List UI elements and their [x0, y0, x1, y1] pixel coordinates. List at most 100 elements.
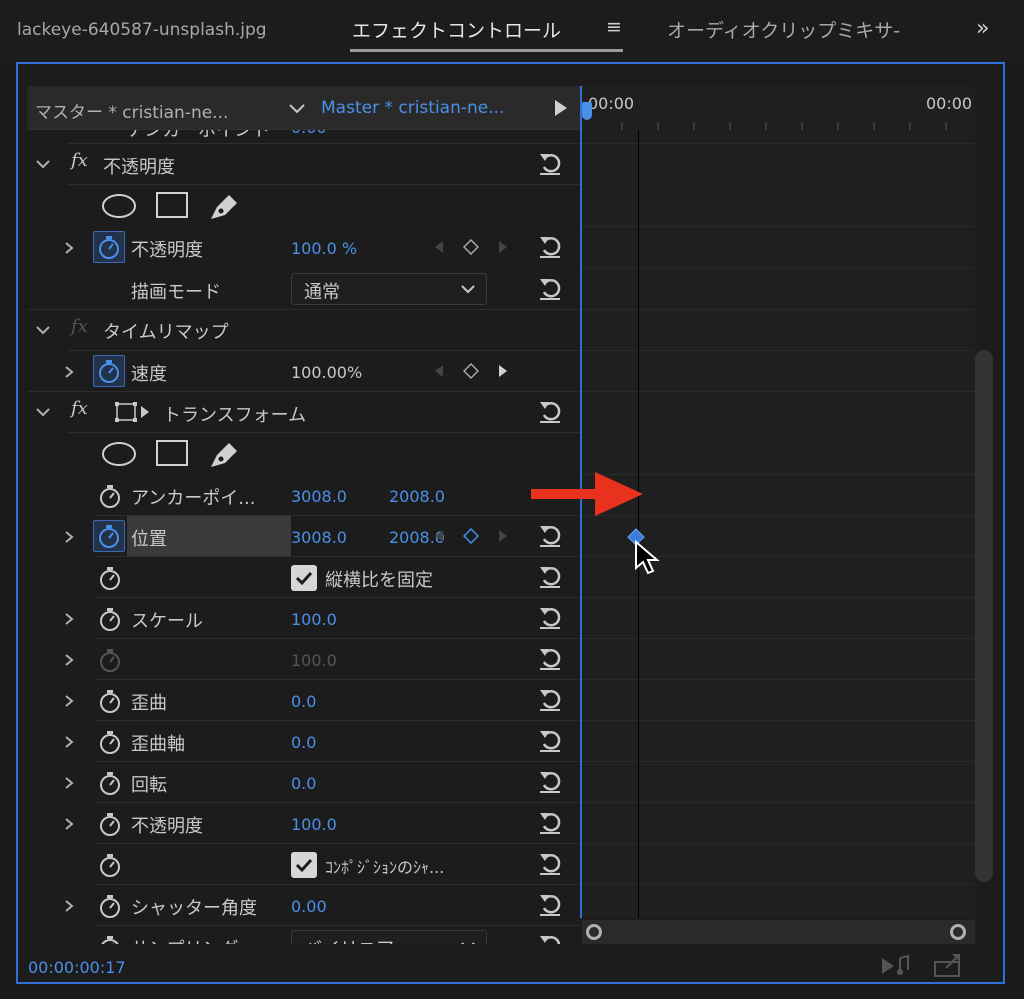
reset-icon[interactable]: [537, 850, 563, 876]
blend-mode-dropdown[interactable]: 通常: [291, 273, 487, 305]
stopwatch-icon[interactable]: [95, 481, 125, 511]
reset-icon[interactable]: [537, 727, 563, 753]
chevron-down-icon[interactable]: [35, 324, 51, 336]
stopwatch-toggle[interactable]: [93, 520, 125, 552]
stopwatch-icon[interactable]: [95, 604, 125, 634]
reset-icon[interactable]: [537, 233, 563, 259]
chevron-right-icon[interactable]: [63, 899, 75, 913]
stopwatch-icon: [100, 649, 120, 672]
add-keyframe-icon[interactable]: [463, 363, 479, 379]
playhead-handle[interactable]: [582, 102, 592, 120]
chevron-down-icon[interactable]: [35, 158, 51, 170]
tab-audio-clip-mixer[interactable]: オーディオクリップミキサ-: [667, 16, 900, 43]
reset-icon[interactable]: [537, 275, 563, 301]
master-clip-tab[interactable]: マスター * cristian-ne...: [35, 98, 228, 123]
vertical-scrollbar[interactable]: [975, 350, 993, 882]
ellipse-mask-icon[interactable]: [101, 193, 137, 219]
next-keyframe-icon[interactable]: [497, 363, 509, 379]
stopwatch-icon[interactable]: [95, 768, 125, 798]
reset-icon[interactable]: [537, 563, 563, 589]
position-x-value[interactable]: 3008.0: [291, 528, 347, 547]
chevron-right-icon[interactable]: [63, 817, 75, 831]
panel-menu-icon[interactable]: ≡: [606, 16, 622, 38]
time-ruler[interactable]: 00:00 00:00: [582, 86, 975, 130]
sampling-dropdown[interactable]: バイリニア: [291, 930, 487, 944]
property-value[interactable]: 100.0 %: [291, 239, 357, 258]
chevron-right-icon[interactable]: [63, 694, 75, 708]
add-keyframe-icon[interactable]: [463, 528, 479, 544]
next-keyframe-icon[interactable]: [497, 239, 509, 255]
stopwatch-toggle[interactable]: [93, 231, 125, 263]
property-value[interactable]: 0.0: [291, 733, 316, 752]
property-value[interactable]: 0.0: [291, 692, 316, 711]
stopwatch-toggle[interactable]: [93, 355, 125, 387]
current-timecode[interactable]: 00:00:00:17: [28, 958, 126, 977]
rectangle-mask-icon[interactable]: [155, 439, 189, 467]
chevron-right-icon[interactable]: [63, 735, 75, 749]
reset-icon[interactable]: [537, 891, 563, 917]
stopwatch-icon[interactable]: [95, 686, 125, 716]
uniform-scale-checkbox[interactable]: [291, 565, 317, 591]
stopwatch-icon[interactable]: [95, 563, 125, 593]
tab-effect-controls[interactable]: エフェクトコントロール: [352, 16, 561, 43]
pen-mask-icon[interactable]: [207, 189, 241, 221]
next-keyframe-icon[interactable]: [497, 528, 509, 544]
property-value[interactable]: 0.00: [291, 897, 327, 916]
chevron-right-icon[interactable]: [63, 365, 75, 379]
chevron-right-icon[interactable]: [63, 776, 75, 790]
fx-badge[interactable]: fx: [71, 398, 88, 419]
anchor-y-value[interactable]: 2008.0: [389, 487, 445, 506]
reset-icon[interactable]: [537, 398, 563, 424]
property-value[interactable]: 100.0: [291, 815, 337, 834]
more-tabs-icon[interactable]: »: [976, 16, 989, 41]
export-icon[interactable]: [932, 952, 964, 978]
property-row-composition-shutter: ｺﾝﾎﾟｼﾞｼｮﾝのｼｬ...: [27, 844, 580, 885]
reset-icon[interactable]: [537, 686, 563, 712]
sequence-clip-tab[interactable]: Master * cristian-ne...: [321, 98, 504, 118]
stopwatch-icon[interactable]: [95, 727, 125, 757]
anchor-x-value[interactable]: 3008.0: [291, 487, 347, 506]
zoom-start-handle[interactable]: [586, 924, 602, 940]
stopwatch-icon[interactable]: [95, 850, 125, 880]
ellipse-mask-icon[interactable]: [101, 441, 137, 467]
reset-icon[interactable]: [537, 768, 563, 794]
reset-icon[interactable]: [537, 604, 563, 630]
chevron-right-icon[interactable]: [63, 530, 75, 544]
play-triangle-icon[interactable]: [551, 96, 571, 120]
pen-mask-icon[interactable]: [207, 437, 241, 469]
reset-icon[interactable]: [537, 645, 563, 671]
play-audio-icon[interactable]: [880, 954, 912, 978]
transform-bounding-box-icon[interactable]: [113, 400, 153, 424]
mask-tools-row: [27, 433, 580, 474]
composition-shutter-checkbox[interactable]: [291, 852, 317, 878]
property-value[interactable]: 0.0: [291, 774, 316, 793]
track-line: [582, 597, 975, 598]
effect-properties-list: アンカーポイント 0.00 fx 不透明度 不透明度 100.0 %: [27, 86, 580, 944]
chevron-right-icon[interactable]: [63, 241, 75, 255]
effect-group-opacity[interactable]: fx 不透明度: [27, 144, 580, 185]
track-line: [582, 638, 975, 639]
effect-group-transform[interactable]: fx トランスフォーム: [27, 392, 580, 433]
chevron-down-icon[interactable]: [285, 96, 309, 120]
tab-source-file[interactable]: lackeye-640587-unsplash.jpg: [17, 20, 267, 40]
effect-group-time-remap[interactable]: fx タイムリマップ: [27, 310, 580, 351]
stopwatch-icon[interactable]: [95, 809, 125, 839]
horizontal-zoom-scrollbar[interactable]: [582, 920, 975, 944]
chevron-right-icon[interactable]: [63, 653, 75, 667]
reset-icon[interactable]: [537, 932, 563, 944]
prev-keyframe-icon[interactable]: [433, 528, 445, 544]
property-value[interactable]: 100.0: [291, 610, 337, 629]
chevron-down-icon[interactable]: [35, 406, 51, 418]
add-keyframe-icon[interactable]: [463, 239, 479, 255]
stopwatch-icon[interactable]: [95, 932, 125, 944]
chevron-right-icon[interactable]: [63, 612, 75, 626]
reset-icon[interactable]: [537, 522, 563, 548]
stopwatch-icon[interactable]: [95, 891, 125, 921]
prev-keyframe-icon[interactable]: [433, 239, 445, 255]
fx-badge[interactable]: fx: [71, 150, 88, 171]
rectangle-mask-icon[interactable]: [155, 191, 189, 219]
reset-icon[interactable]: [537, 809, 563, 835]
zoom-end-handle[interactable]: [950, 924, 966, 940]
reset-icon[interactable]: [537, 150, 563, 176]
prev-keyframe-icon[interactable]: [433, 363, 445, 379]
